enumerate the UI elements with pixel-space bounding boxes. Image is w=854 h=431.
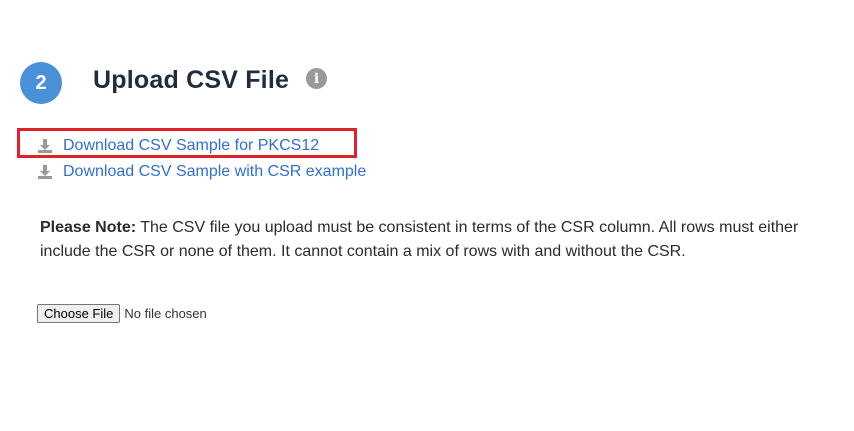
note-body: The CSV file you upload must be consiste… <box>40 219 799 260</box>
download-link-label: Download CSV Sample with CSR example <box>63 163 367 180</box>
step-number-badge: 2 <box>20 62 62 104</box>
choose-file-button[interactable]: Choose File <box>37 304 121 323</box>
note-label: Please Note: <box>40 219 137 236</box>
info-icon[interactable]: i <box>306 68 327 89</box>
download-csr-sample-link[interactable]: Download CSV Sample with CSR example <box>37 163 366 181</box>
download-link-label: Download CSV Sample for PKCS12 <box>63 137 320 154</box>
step-number: 2 <box>35 71 47 94</box>
file-status-text: No file chosen <box>124 306 207 321</box>
please-note-text: Please Note: The CSV file you upload mus… <box>40 216 820 264</box>
file-input: Choose File No file chosen <box>37 304 207 323</box>
download-pkcs12-sample-link[interactable]: Download CSV Sample for PKCS12 <box>37 137 319 155</box>
download-icon <box>38 165 52 179</box>
section-title: Upload CSV File <box>93 66 290 94</box>
download-icon <box>38 139 52 153</box>
